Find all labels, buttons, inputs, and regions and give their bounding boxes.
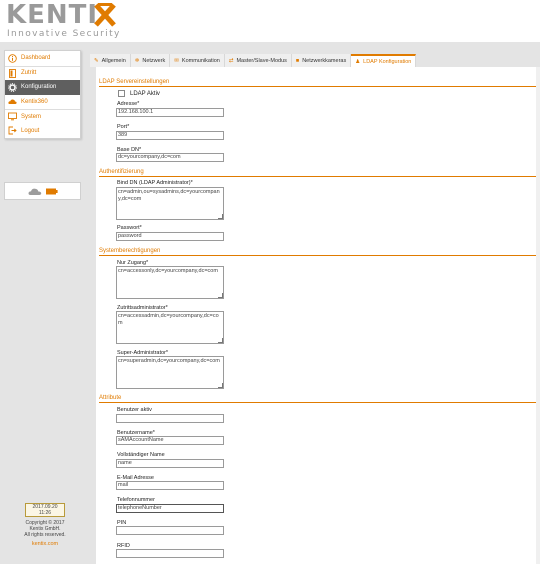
tab-label: Allgemein (101, 57, 126, 64)
address-label: Adresse* (117, 101, 140, 107)
user-active-input[interactable] (116, 414, 224, 423)
resize-handle-icon[interactable] (218, 383, 223, 388)
fullname-input[interactable]: name (116, 459, 224, 468)
tab-label: Master/Slave-Modus (236, 57, 287, 64)
brand-wordmark: KENTI (6, 0, 99, 30)
ldap-form: LDAP Servereinstellungen LDAP Aktiv Adre… (90, 67, 540, 564)
user-active-label: Benutzer aktiv (117, 407, 152, 413)
brand-tagline: Innovative Security (7, 29, 121, 39)
wrench-icon: ✎ (94, 57, 99, 64)
sidebar-item-zutritt[interactable]: Zutritt (5, 65, 80, 81)
access-only-textarea[interactable]: cn=accessonly,dc=yourcompany,dc=com (116, 266, 224, 299)
phone-input[interactable]: telephoneNumber (116, 504, 224, 513)
bind-dn-label: Bind DN (LDAP Administrator)* (117, 180, 193, 186)
phone-label: Telefonnummer (117, 497, 155, 503)
base-dn-input[interactable]: dc=yourcompany,dc=com (116, 153, 224, 162)
gear-icon: ✲ (134, 57, 140, 64)
address-input[interactable]: 192.168.100.1 (116, 108, 224, 117)
sidebar-item-label: Dashboard (21, 55, 51, 62)
cloud-status (4, 182, 81, 200)
top-strip (90, 42, 540, 54)
access-admin-value: cn=accessadmin,dc=yourcompany,dc=com (118, 313, 219, 326)
sidebar-item-label: Kentix360 (21, 98, 48, 105)
tab-master-slave[interactable]: ⇄ Master/Slave-Modus (224, 54, 292, 67)
tab-label: Kommunikation (181, 57, 220, 64)
bind-dn-value: cn=admin,ou=sysadmins,dc=yourcompany,dc=… (118, 189, 220, 202)
access-admin-textarea[interactable]: cn=accessadmin,dc=yourcompany,dc=com (116, 311, 224, 344)
battery-icon (45, 188, 58, 194)
sidebar: Dashboard Zutritt Konfiguration Kentix36… (0, 42, 90, 564)
sidebar-nav: Dashboard Zutritt Konfiguration Kentix36… (4, 50, 81, 139)
monitor-icon (8, 112, 17, 121)
cloud-icon (8, 97, 17, 106)
sidebar-item-label: Konfiguration (21, 84, 57, 91)
sidebar-item-label: Zutritt (21, 70, 37, 77)
scrollbar[interactable] (536, 67, 540, 564)
super-admin-value: cn=superadmin,dc=yourcompany,dc=com (118, 358, 220, 364)
access-only-value: cn=accessonly,dc=yourcompany,dc=com (118, 268, 218, 274)
section-attributes: Attribute (99, 394, 539, 403)
ldap-active-row: LDAP Aktiv (118, 90, 160, 97)
pin-input[interactable] (116, 526, 224, 535)
sidebar-item-label: Logout (21, 127, 40, 134)
tab-label: Netzwerk (142, 57, 166, 64)
bind-dn-textarea[interactable]: cn=admin,ou=sysadmins,dc=yourcompany,dc=… (116, 187, 224, 220)
tab-label: Netzwerkkameras (302, 57, 347, 64)
link-icon: ⇄ (228, 57, 234, 64)
sidebar-item-konfiguration[interactable]: Konfiguration (5, 80, 80, 95)
sidebar-item-kentix360[interactable]: Kentix360 (5, 95, 80, 110)
door-icon (8, 68, 17, 78)
x-logo-icon (94, 3, 116, 27)
username-input[interactable]: sAMAccountName (116, 436, 224, 445)
email-input[interactable]: mail (116, 481, 224, 490)
brand-logo: KENTI Innovative Security (6, 2, 136, 40)
resize-handle-icon[interactable] (218, 214, 223, 219)
sidebar-item-system[interactable]: System (5, 109, 80, 124)
tab-label: LDAP Konfiguration (363, 58, 412, 65)
gear-icon (8, 82, 17, 92)
logout-icon (8, 126, 17, 135)
tab-netzwerk[interactable]: ✲ Netzwerk (130, 54, 171, 67)
envelope-icon: ✉ (174, 57, 179, 64)
section-authentication: Authentifizierung (99, 168, 539, 177)
sidebar-item-logout[interactable]: Logout (5, 124, 80, 139)
sidebar-item-dashboard[interactable]: Dashboard (5, 51, 80, 66)
current-time: 11:26 (38, 510, 52, 516)
rights-text: All rights reserved. (24, 532, 66, 538)
fullname-label: Vollständiger Name (117, 452, 165, 458)
sidebar-footer: 2017.09.20 11:26 Copyright © 2017 Kentix… (6, 503, 84, 547)
port-label: Port* (117, 124, 130, 130)
sidebar-item-label: System (21, 113, 42, 120)
users-icon: ♟ (355, 58, 361, 65)
port-input[interactable]: 389 (116, 131, 224, 140)
super-admin-textarea[interactable]: cn=superadmin,dc=yourcompany,dc=com (116, 356, 224, 389)
cloud-status-icon (27, 188, 41, 195)
tab-bar: ✎ Allgemein ✲ Netzwerk ✉ Kommunikation ⇄ Mas… (90, 54, 540, 67)
rfid-input[interactable] (116, 549, 224, 558)
password-label: Passwort* (117, 225, 142, 231)
tab-kommunikation[interactable]: ✉ Kommunikation (170, 54, 225, 67)
page: KENTI Innovative Security Dashboard Zutr… (0, 0, 540, 564)
resize-handle-icon[interactable] (218, 338, 223, 343)
section-system-permissions: Systemberechtigungen (99, 247, 539, 256)
kentix-link[interactable]: kentix.com (6, 541, 84, 547)
section-server-settings: LDAP Servereinstellungen (99, 78, 539, 87)
datetime-badge: 2017.09.20 11:26 (25, 503, 65, 517)
info-icon (8, 54, 17, 63)
camera-icon: ■ (295, 57, 300, 64)
password-input[interactable]: password (116, 232, 224, 241)
tab-ldap-konfiguration[interactable]: ♟ LDAP Konfiguration (351, 54, 417, 67)
tab-netzwerkkameras[interactable]: ■ Netzwerkkameras (291, 54, 352, 67)
resize-handle-icon[interactable] (218, 293, 223, 298)
ldap-active-label: LDAP Aktiv (130, 90, 160, 97)
tab-allgemein[interactable]: ✎ Allgemein (90, 54, 131, 67)
ldap-active-checkbox[interactable] (118, 90, 125, 97)
